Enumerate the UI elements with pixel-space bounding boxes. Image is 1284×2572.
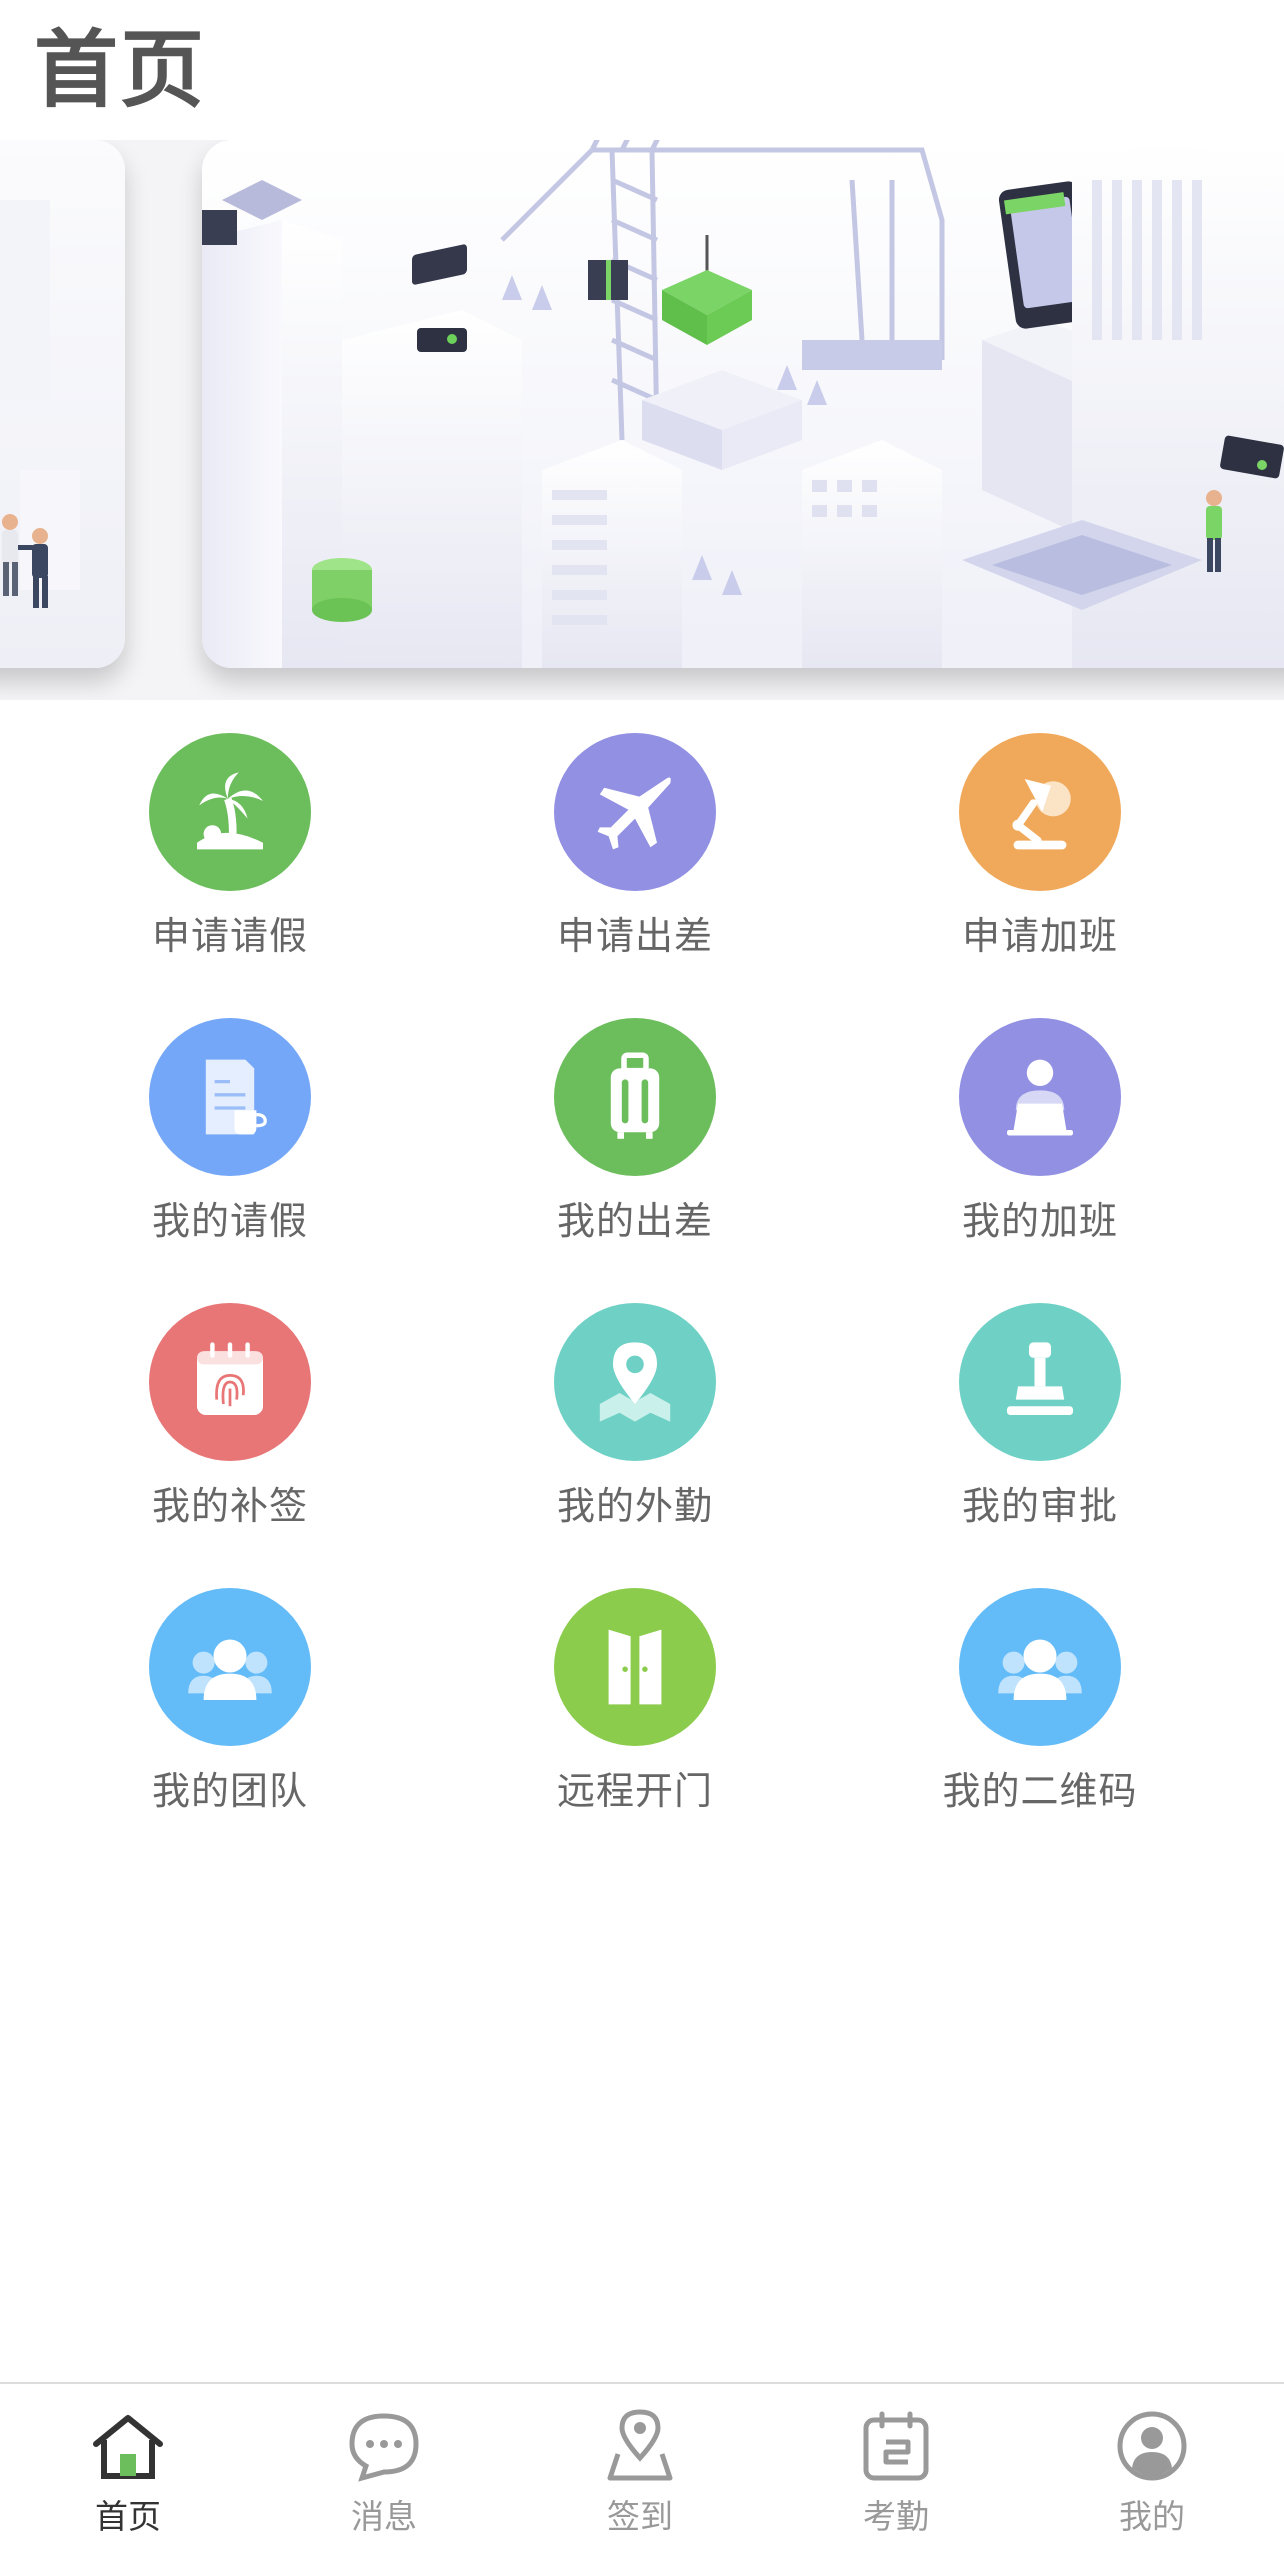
grid-item-my-punch-correction[interactable]: 我的补签 bbox=[80, 1270, 380, 1530]
grid-item-my-team[interactable]: 我的团队 bbox=[80, 1555, 380, 1815]
tab-label: 我的 bbox=[1119, 2497, 1185, 2536]
grid-item-my-leave[interactable]: 我的请假 bbox=[80, 985, 380, 1245]
airplane-icon bbox=[554, 733, 716, 891]
grid-item-label: 我的外勤 bbox=[556, 1484, 713, 1528]
grid-item-apply-leave[interactable]: 申请请假 bbox=[80, 700, 380, 960]
banner-carousel[interactable] bbox=[0, 140, 1284, 700]
door-icon bbox=[554, 1588, 716, 1746]
document-icon bbox=[149, 1018, 311, 1176]
team-icon bbox=[959, 1588, 1121, 1746]
fingerprint-calendar-icon bbox=[149, 1303, 311, 1461]
grid-item-label: 我的二维码 bbox=[942, 1769, 1138, 1813]
page-title: 首页 bbox=[34, 21, 207, 119]
message-icon bbox=[349, 2413, 419, 2482]
bottom-tab-bar: 首页 消息 签到 考勤 我的 bbox=[0, 2382, 1284, 2572]
grid-item-my-business-trip[interactable]: 我的出差 bbox=[485, 985, 785, 1245]
banner-illustration-people bbox=[0, 200, 80, 608]
tab-label: 消息 bbox=[351, 2497, 417, 2536]
grid-item-label: 我的出差 bbox=[556, 1199, 713, 1243]
grid-item-label: 申请出差 bbox=[556, 914, 713, 958]
tab-label: 首页 bbox=[95, 2497, 161, 2536]
tab-home[interactable]: 首页 bbox=[0, 2384, 256, 2572]
grid-item-label: 我的请假 bbox=[151, 1199, 308, 1243]
grid-item-label: 我的加班 bbox=[961, 1199, 1118, 1243]
attendance-icon bbox=[863, 2411, 929, 2481]
grid-item-remote-door[interactable]: 远程开门 bbox=[485, 1555, 785, 1815]
grid-item-my-overtime[interactable]: 我的加班 bbox=[890, 985, 1190, 1245]
banner-slide-previous[interactable] bbox=[0, 140, 125, 668]
tab-check-in[interactable]: 签到 bbox=[512, 2384, 768, 2572]
banner-slide-current[interactable] bbox=[202, 140, 1284, 668]
palm-tree-icon bbox=[149, 733, 311, 891]
team-icon bbox=[149, 1588, 311, 1746]
grid-item-label: 申请请假 bbox=[151, 914, 308, 958]
tab-profile[interactable]: 我的 bbox=[1024, 2384, 1280, 2572]
grid-item-apply-overtime[interactable]: 申请加班 bbox=[890, 700, 1190, 960]
banner-illustration-city bbox=[202, 140, 1284, 668]
feature-grid: 申请请假 申请出差 申请加班 我的请假 我的出差 我的加班 我的补签 我的外勤 … bbox=[0, 700, 1284, 1850]
profile-icon bbox=[1117, 2411, 1187, 2481]
tab-label: 考勤 bbox=[863, 2497, 929, 2536]
desk-lamp-icon bbox=[959, 733, 1121, 891]
grid-item-label: 申请加班 bbox=[961, 914, 1118, 958]
grid-item-my-approval[interactable]: 我的审批 bbox=[890, 1270, 1190, 1530]
grid-item-label: 远程开门 bbox=[556, 1769, 713, 1813]
grid-item-label: 我的审批 bbox=[961, 1484, 1118, 1528]
home-icon bbox=[93, 2415, 163, 2479]
tab-attendance[interactable]: 考勤 bbox=[768, 2384, 1024, 2572]
tab-label: 签到 bbox=[607, 2497, 673, 2536]
grid-item-label: 我的团队 bbox=[151, 1769, 308, 1813]
grid-item-my-field-work[interactable]: 我的外勤 bbox=[485, 1270, 785, 1530]
tab-messages[interactable]: 消息 bbox=[256, 2384, 512, 2572]
grid-item-label: 我的补签 bbox=[151, 1484, 308, 1528]
grid-item-apply-business-trip[interactable]: 申请出差 bbox=[485, 700, 785, 960]
map-pin-icon bbox=[554, 1303, 716, 1461]
person-laptop-icon bbox=[959, 1018, 1121, 1176]
stamp-icon bbox=[959, 1303, 1121, 1461]
grid-item-my-qr-code[interactable]: 我的二维码 bbox=[890, 1555, 1190, 1815]
suitcase-icon bbox=[554, 1018, 716, 1176]
location-checkin-icon bbox=[607, 2409, 673, 2481]
